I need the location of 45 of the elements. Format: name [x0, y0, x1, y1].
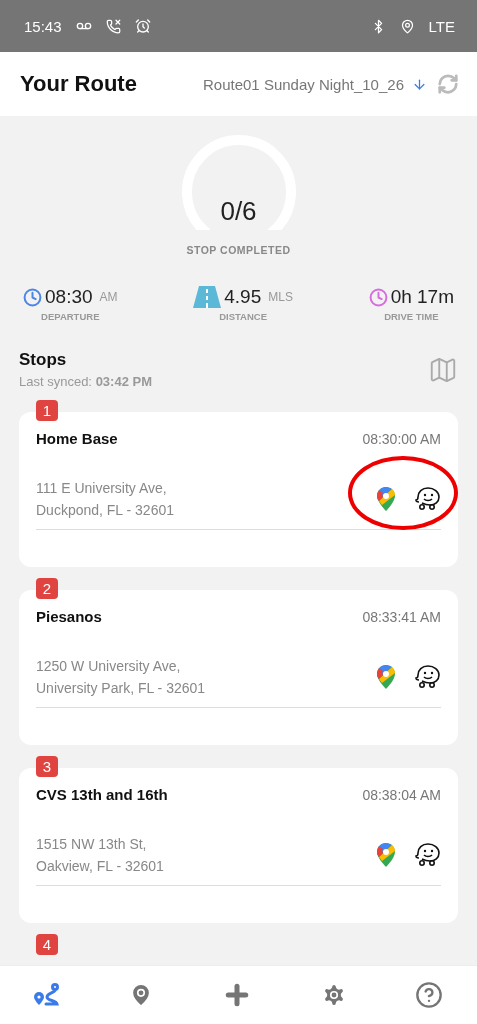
stop-name: Piesanos	[36, 608, 102, 625]
alarm-icon	[134, 18, 151, 34]
download-icon[interactable]	[412, 76, 427, 92]
stop-number: 4	[36, 934, 58, 955]
stop-number: 1	[36, 400, 58, 421]
stat-unit: MLS	[268, 290, 293, 304]
stat-value: 0h 17m	[390, 286, 454, 308]
stop-name: CVS 13th and 16th	[36, 786, 168, 803]
stat-unit: AM	[99, 290, 118, 304]
stop-number: 3	[36, 756, 58, 777]
stat-label: DEPARTURE	[41, 311, 100, 322]
stop-number: 2	[36, 578, 58, 599]
stop-name: Home Base	[36, 430, 118, 447]
smiley-bubble-icon	[415, 665, 441, 689]
section-title: Stops	[19, 350, 68, 370]
stop-address: 111 E University Ave, Duckpond, FL - 32601	[36, 479, 175, 520]
page-title: Your Route	[20, 71, 138, 97]
status-time: 15:43	[24, 17, 62, 35]
map-pin-icon	[377, 665, 395, 689]
stop-address: 1250 W University Ave, University Park, FL - 32601	[36, 657, 207, 698]
stat-label: DISTANCE	[219, 311, 267, 322]
maps-button[interactable]	[377, 843, 395, 867]
stat-value: 08:30	[45, 286, 93, 308]
smiley-bubble-icon	[415, 487, 441, 511]
progress-value: 0/6	[219, 196, 258, 227]
waze-button[interactable]	[415, 665, 441, 689]
route-name: Route01 Sunday Night_10_26	[203, 75, 404, 93]
stat-label: DRIVE TIME	[384, 311, 439, 322]
last-synced: Last synced: 03:42 PM	[19, 374, 153, 389]
maps-button[interactable]	[377, 487, 395, 511]
waze-button[interactable]	[415, 487, 441, 511]
stat-value: 4.95	[224, 286, 262, 308]
location-icon	[399, 18, 415, 34]
stop-time: 08:38:04 AM	[362, 786, 441, 803]
map-pin-icon	[377, 843, 395, 867]
progress-label: STOP COMPLETED	[186, 244, 291, 256]
waze-button[interactable]	[415, 843, 441, 867]
missed-call-icon	[105, 18, 121, 34]
stop-address: 1515 NW 13th St, Oakview, FL - 32601	[36, 835, 165, 876]
maps-button[interactable]	[377, 665, 395, 689]
stop-time: 08:33:41 AM	[362, 608, 441, 625]
map-pin-icon	[377, 487, 395, 511]
network-label: LTE	[428, 17, 455, 35]
stop-time: 08:30:00 AM	[362, 430, 441, 447]
smiley-bubble-icon	[415, 843, 441, 867]
